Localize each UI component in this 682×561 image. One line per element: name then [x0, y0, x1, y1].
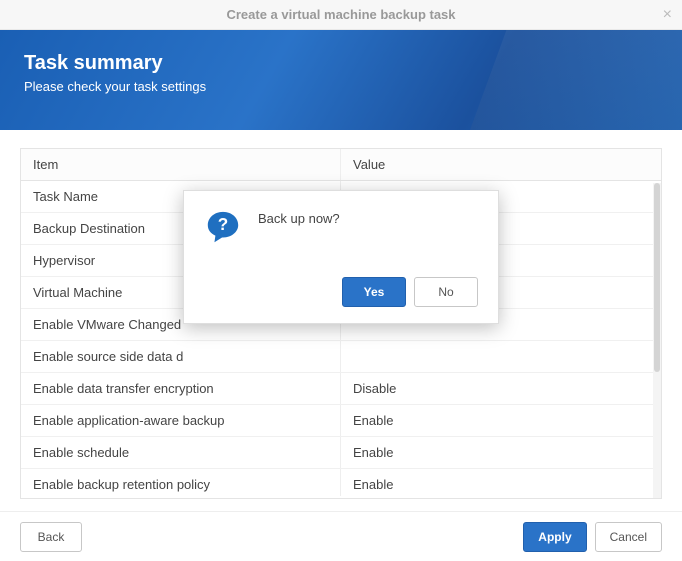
wizard-window: Create a virtual machine backup task × T… — [0, 0, 682, 561]
no-button[interactable]: No — [414, 277, 478, 307]
dialog-actions: Yes No — [204, 277, 478, 307]
dialog-message: Back up now? — [258, 209, 340, 226]
dialog-body: ? Back up now? — [204, 209, 478, 267]
question-icon: ? — [204, 209, 242, 247]
confirm-dialog: ? Back up now? Yes No — [183, 190, 499, 324]
yes-button[interactable]: Yes — [342, 277, 406, 307]
svg-text:?: ? — [218, 214, 228, 233]
modal-overlay: ? Back up now? Yes No — [0, 0, 682, 561]
